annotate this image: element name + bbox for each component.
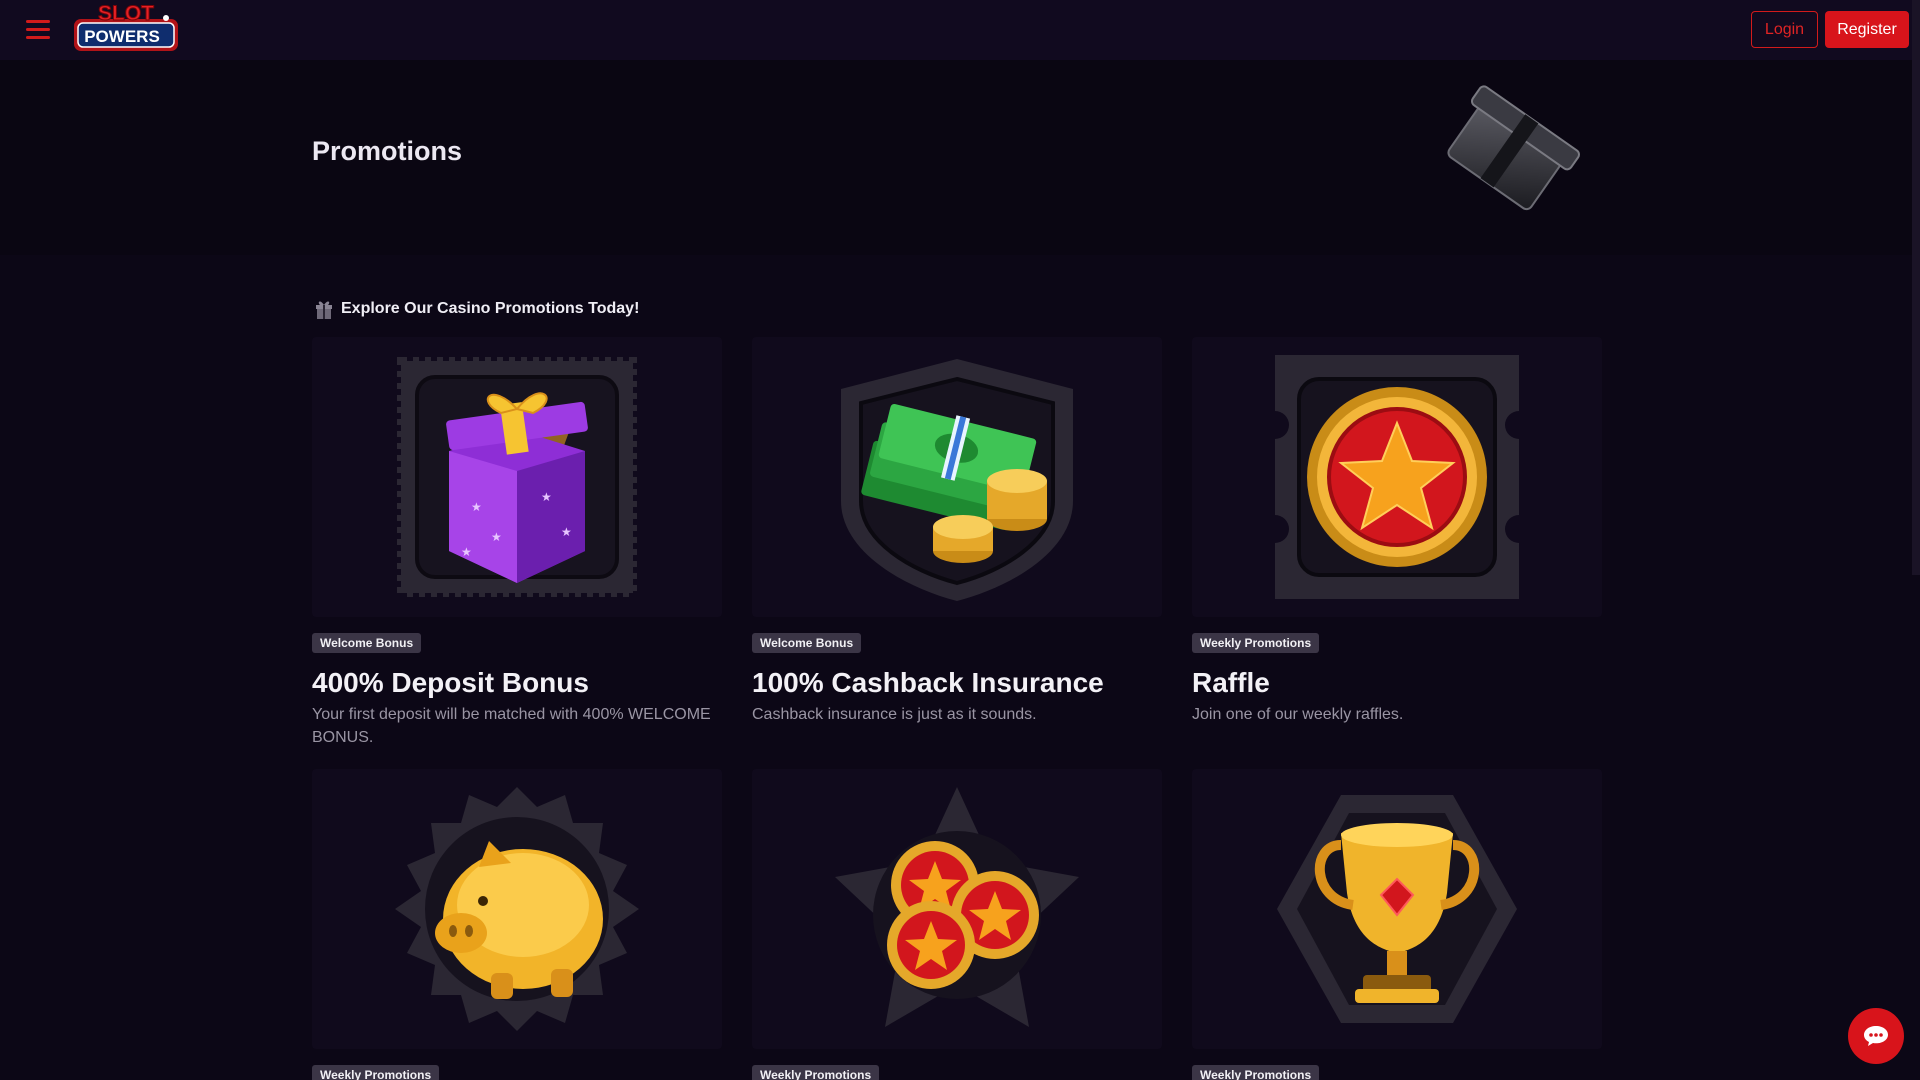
promo-image[interactable]: ★ ★ ★ ★ ★ [312,337,722,617]
menu-icon[interactable] [26,20,50,40]
page-title: Promotions [312,136,463,166]
dark-gift-icon [1447,85,1580,211]
site-logo[interactable]: SLOT POWERS [70,1,182,55]
promo-image[interactable] [752,769,1162,1049]
piggy-bank-icon [395,787,639,1031]
page-scrollbar[interactable] [1912,0,1920,575]
category-badge: Welcome Bonus [312,633,422,653]
promo-card[interactable]: Weekly Promotions [752,769,1162,1080]
promo-image[interactable] [1192,769,1602,1049]
star-coin-icon [1275,355,1519,599]
promo-image[interactable] [752,337,1162,617]
promo-card[interactable]: Weekly Promotions [312,769,722,1080]
logo-text-bottom: POWERS [84,27,160,46]
promo-image[interactable] [312,769,722,1049]
logo-text-top: SLOT [98,2,154,25]
category-badge: Welcome Bonus [752,633,862,653]
chat-icon [1864,1026,1888,1046]
gift-box-icon: ★ ★ ★ ★ ★ [397,357,637,597]
promo-card[interactable]: Weekly Promotions Raffle Join one of our… [1192,337,1602,726]
promo-title[interactable]: 100% Cashback Insurance [752,667,1162,699]
svg-text:★: ★ [561,525,572,539]
promo-description: Join one of our weekly raffles. [1192,706,1404,723]
svg-text:★: ★ [541,490,552,504]
svg-text:★: ★ [471,500,482,514]
hero-banner [0,60,1920,255]
svg-text:★: ★ [491,530,502,544]
section-heading: Explore Our Casino Promotions Today! [315,298,639,320]
category-badge: Weekly Promotions [1192,1065,1320,1080]
trophy-icon [1277,795,1517,1023]
section-heading-text: Explore Our Casino Promotions Today! [341,300,640,317]
top-navigation-bar: SLOT POWERS Login Register [0,0,1920,60]
promo-description: Your first deposit will be matched with … [312,706,711,746]
cash-stack-icon [841,359,1073,601]
promo-image[interactable] [1192,337,1602,617]
promo-title[interactable]: Raffle [1192,667,1602,699]
category-badge: Weekly Promotions [1192,633,1320,653]
promo-description: Cashback insurance is just as it sounds. [752,706,1037,723]
promo-card[interactable]: Weekly Promotions [1192,769,1602,1080]
category-badge: Weekly Promotions [752,1065,880,1080]
category-badge: Weekly Promotions [312,1065,440,1080]
coins-icon [835,787,1079,1027]
promo-card[interactable]: ★ ★ ★ ★ ★ Welcome Bonus 400% Deposit Bon… [312,337,722,749]
promo-card[interactable]: Welcome Bonus 100% Cashback Insurance Ca… [752,337,1162,726]
svg-text:★: ★ [461,545,472,559]
chat-button[interactable] [1848,1008,1904,1064]
login-button[interactable]: Login [1751,11,1818,48]
gift-icon [316,301,332,319]
register-button[interactable]: Register [1825,11,1909,48]
promo-title[interactable]: 400% Deposit Bonus [312,667,722,699]
